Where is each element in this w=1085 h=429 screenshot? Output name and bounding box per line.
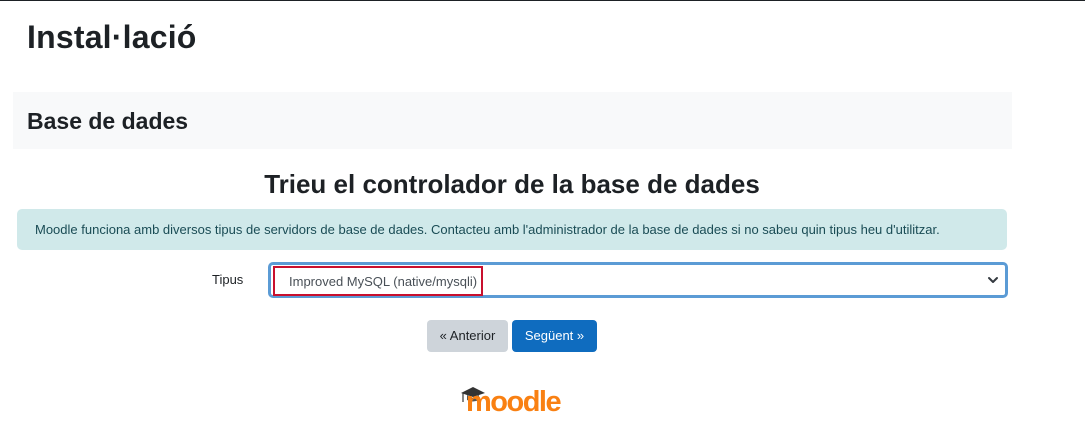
main-heading: Trieu el controlador de la base de dades bbox=[264, 169, 760, 199]
moodle-logo: moodle bbox=[461, 386, 563, 415]
section-title: Base de dades bbox=[27, 108, 189, 134]
database-type-select[interactable]: Improved MySQL (native/mysqli) bbox=[268, 262, 1008, 298]
moodle-logo-text: moodle bbox=[466, 386, 561, 415]
chevron-down-icon bbox=[988, 277, 998, 283]
info-alert: Moodle funciona amb diversos tipus de se… bbox=[17, 209, 1007, 250]
database-type-selected-value: Improved MySQL (native/mysqli) bbox=[273, 266, 484, 296]
page-title: Instal·lació bbox=[27, 19, 197, 55]
next-button[interactable]: Següent » bbox=[512, 320, 597, 352]
database-type-label: Tipus bbox=[212, 272, 244, 287]
section-header: Base de dades bbox=[13, 92, 1012, 149]
previous-button[interactable]: « Anterior bbox=[427, 320, 508, 352]
